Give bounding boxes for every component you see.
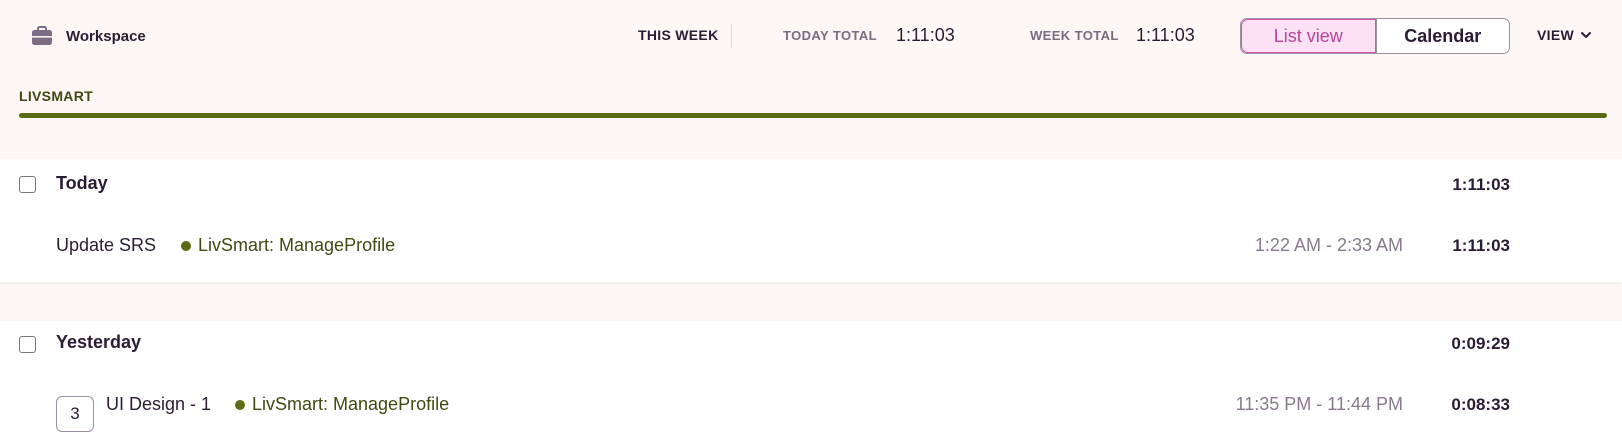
- day-group-today: Today 1:11:03 Update SRS LivSmart: Manag…: [0, 159, 1622, 282]
- entry-project[interactable]: LivSmart: ManageProfile: [181, 235, 395, 256]
- view-toggle: List view Calendar: [1240, 18, 1510, 54]
- today-total-label: TODAY TOTAL: [783, 28, 877, 43]
- workspace-selector[interactable]: Workspace: [30, 24, 146, 48]
- group-title: Yesterday: [56, 332, 142, 352]
- entry-project-name: LivSmart: ManageProfile: [198, 235, 396, 255]
- select-group-checkbox[interactable]: [19, 176, 36, 193]
- entry-duration[interactable]: 0:08:33: [1451, 395, 1510, 415]
- group-total: 1:11:03: [1452, 175, 1510, 194]
- project-dot-icon: [181, 240, 191, 251]
- entry-time-range[interactable]: 1:22 AM - 2:33 AM: [1255, 235, 1403, 256]
- header-divider: [731, 24, 732, 48]
- group-total: 0:09:29: [1451, 334, 1510, 353]
- briefcase-icon: [30, 25, 54, 47]
- top-bar: Workspace THIS WEEK TODAY TOTAL 1:11:03 …: [0, 0, 1622, 72]
- project-dot-icon: [235, 399, 245, 410]
- view-menu[interactable]: VIEW: [1537, 27, 1592, 43]
- this-week-filter[interactable]: THIS WEEK: [638, 27, 718, 43]
- calendar-button[interactable]: Calendar: [1375, 19, 1509, 53]
- project-label: LIVSMART: [19, 88, 93, 104]
- entry-time-range[interactable]: 11:35 PM - 11:44 PM: [1236, 394, 1403, 415]
- list-view-button[interactable]: List view: [1241, 19, 1376, 53]
- week-total-label: WEEK TOTAL: [1030, 28, 1119, 43]
- group-title: Today: [56, 173, 108, 193]
- entry-project-name: LivSmart: ManageProfile: [252, 394, 450, 414]
- entry-duration[interactable]: 1:11:03: [1452, 236, 1510, 256]
- grouped-entries-count-badge[interactable]: 3: [56, 396, 94, 432]
- day-group-yesterday: Yesterday 0:09:29 3 UI Design - 1 LivSma…: [0, 321, 1622, 437]
- view-menu-label: VIEW: [1537, 27, 1574, 43]
- entry-description[interactable]: Update SRS: [56, 235, 156, 256]
- today-total-value: 1:11:03: [896, 25, 955, 45]
- select-group-checkbox[interactable]: [19, 336, 36, 353]
- entry-project[interactable]: LivSmart: ManageProfile: [235, 394, 449, 415]
- project-color-bar: [19, 113, 1607, 118]
- week-total-value: 1:11:03: [1136, 25, 1195, 45]
- workspace-label: Workspace: [66, 27, 146, 45]
- entry-description[interactable]: UI Design - 1: [106, 394, 211, 415]
- chevron-down-icon: [1580, 29, 1592, 41]
